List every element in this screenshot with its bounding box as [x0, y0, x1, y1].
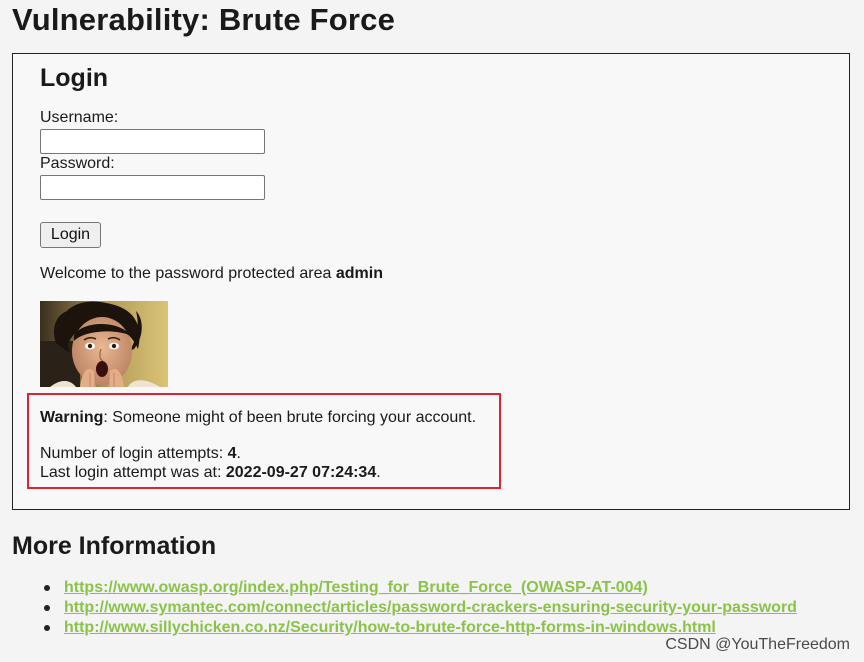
list-item: http://www.sillychicken.co.nz/Security/h…	[38, 618, 797, 638]
warning-message: Warning: Someone might of been brute for…	[40, 409, 476, 427]
welcome-text: Welcome to the password protected area	[40, 265, 336, 282]
password-input[interactable]	[40, 175, 265, 200]
login-button[interactable]: Login	[40, 222, 101, 248]
warning-text: : Someone might of been brute forcing yo…	[103, 409, 477, 426]
username-label: Username:	[40, 109, 119, 126]
last-attempt-line: Last login attempt was at: 2022-09-27 07…	[40, 464, 381, 482]
last-attempt-time: 2022-09-27 07:24:34	[225, 464, 377, 481]
owasp-link[interactable]: https://www.owasp.org/index.php/Testing_…	[64, 579, 648, 596]
welcome-message: Welcome to the password protected area a…	[40, 265, 383, 283]
attempts-suffix: .	[236, 445, 241, 462]
bullet-icon	[44, 585, 50, 591]
warning-label: Warning	[40, 409, 104, 426]
user-avatar-image	[40, 301, 168, 387]
page-title: Vulnerability: Brute Force	[12, 2, 396, 37]
list-item: http://www.symantec.com/connect/articles…	[38, 598, 797, 618]
dvwa-page: Vulnerability: Brute Force Login Usernam…	[0, 0, 864, 662]
attempts-count: 4	[227, 445, 237, 462]
reference-links-list: https://www.owasp.org/index.php/Testing_…	[38, 578, 797, 638]
vulnerability-panel: Login Username: Password: Login Welcome …	[12, 53, 850, 510]
surprised-person-picture	[40, 301, 168, 387]
list-item: https://www.owasp.org/index.php/Testing_…	[38, 578, 797, 598]
last-attempt-suffix: .	[376, 464, 381, 481]
welcome-username: admin	[335, 265, 383, 282]
csdn-watermark: CSDN @YouTheFreedom	[665, 636, 850, 653]
attempts-label: Number of login attempts:	[40, 445, 228, 462]
more-information-heading: More Information	[12, 532, 217, 560]
sillychicken-link[interactable]: http://www.sillychicken.co.nz/Security/h…	[64, 619, 716, 636]
bullet-icon	[44, 625, 50, 631]
username-input[interactable]	[40, 129, 265, 154]
login-heading: Login	[40, 64, 109, 92]
symantec-link[interactable]: http://www.symantec.com/connect/articles…	[64, 599, 797, 616]
warning-highlight-box: Warning: Someone might of been brute for…	[27, 393, 501, 489]
login-attempts-line: Number of login attempts: 4.	[40, 445, 241, 463]
password-label: Password:	[40, 155, 115, 172]
bullet-icon	[44, 605, 50, 611]
last-attempt-label: Last login attempt was at:	[40, 464, 226, 481]
